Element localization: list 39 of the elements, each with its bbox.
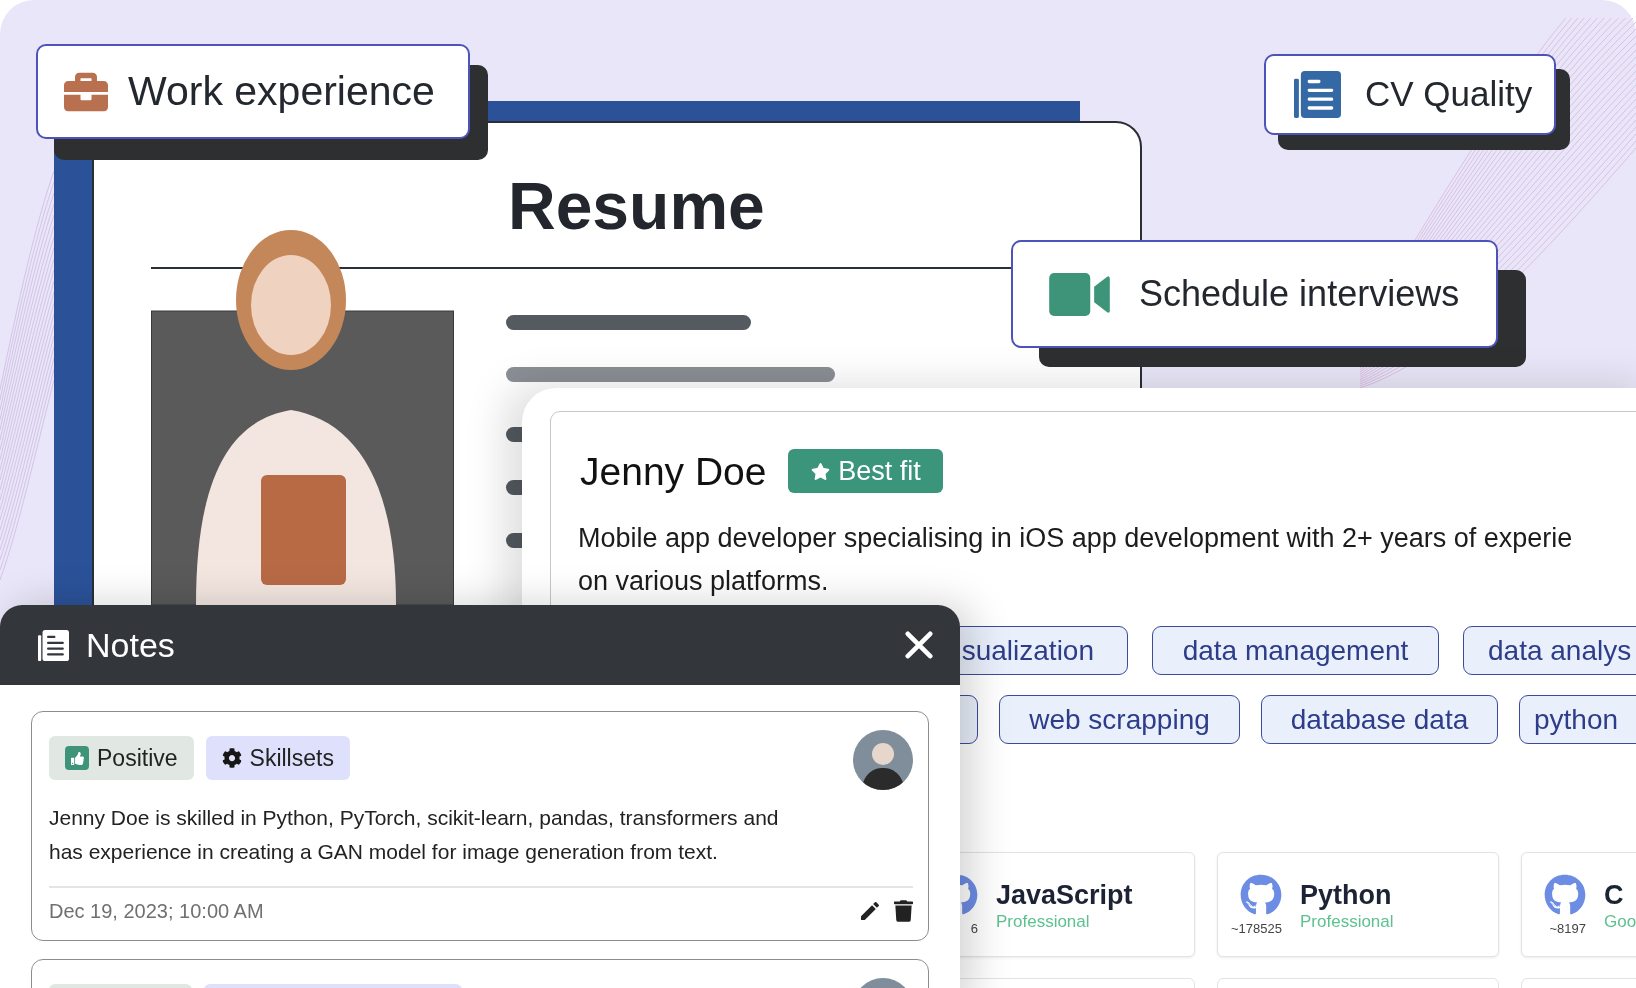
feature-label: CV Quality [1365, 73, 1533, 116]
skill-level: Professional [1300, 911, 1394, 933]
skill-tag: python [1519, 695, 1636, 744]
close-button[interactable] [902, 628, 936, 662]
skill-name: JavaScript [996, 879, 1133, 911]
gear-icon [221, 748, 242, 768]
thumbs-up-icon [65, 746, 89, 770]
resume-title: Resume [508, 173, 766, 239]
badge-label: Best fit [838, 454, 921, 488]
note-text: Jenny Doe is skilled in Python, PyTorch, scikit-learn, pandas, transformers and has experience in creating a GAN model for image generation from text. [49, 805, 780, 865]
repo-count: ~8197 [1549, 921, 1586, 937]
notes-title: Notes [86, 624, 175, 666]
skill-level: Professional [996, 911, 1091, 933]
notes-icon [38, 629, 69, 661]
edit-icon[interactable] [858, 899, 882, 923]
skill-tag: data management [1152, 626, 1439, 675]
candidate-description: Mobile app developer specialising in iOS app development with 2+ years of experie on various platforms. [578, 522, 1574, 598]
note-date: Dec 19, 2023; 10:00 AM [49, 899, 264, 924]
github-icon [1240, 874, 1282, 916]
feature-label: Work experience [128, 66, 435, 116]
candidate-name: Jenny Doe [580, 451, 767, 491]
skill-name: C [1604, 879, 1625, 911]
close-icon [905, 631, 933, 659]
star-icon [811, 461, 831, 481]
github-icon [1544, 874, 1586, 916]
video-camera-icon [1049, 272, 1110, 316]
skill-tag: data analys [1463, 626, 1636, 675]
skill-tag: web scrapping [999, 695, 1240, 744]
skill-name: Python [1300, 879, 1393, 911]
tag-label: Positive [97, 743, 178, 773]
delete-icon[interactable] [894, 900, 913, 922]
skill-level: Goo [1604, 911, 1636, 933]
repo-count: 6 [970, 921, 978, 937]
document-icon [1294, 71, 1341, 118]
feature-label: Schedule interviews [1139, 272, 1460, 316]
repo-count: ~178525 [1231, 921, 1282, 937]
skill-tag: database data [1261, 695, 1498, 744]
tag-label: Skillsets [249, 743, 334, 773]
avatar-icon [853, 730, 913, 790]
